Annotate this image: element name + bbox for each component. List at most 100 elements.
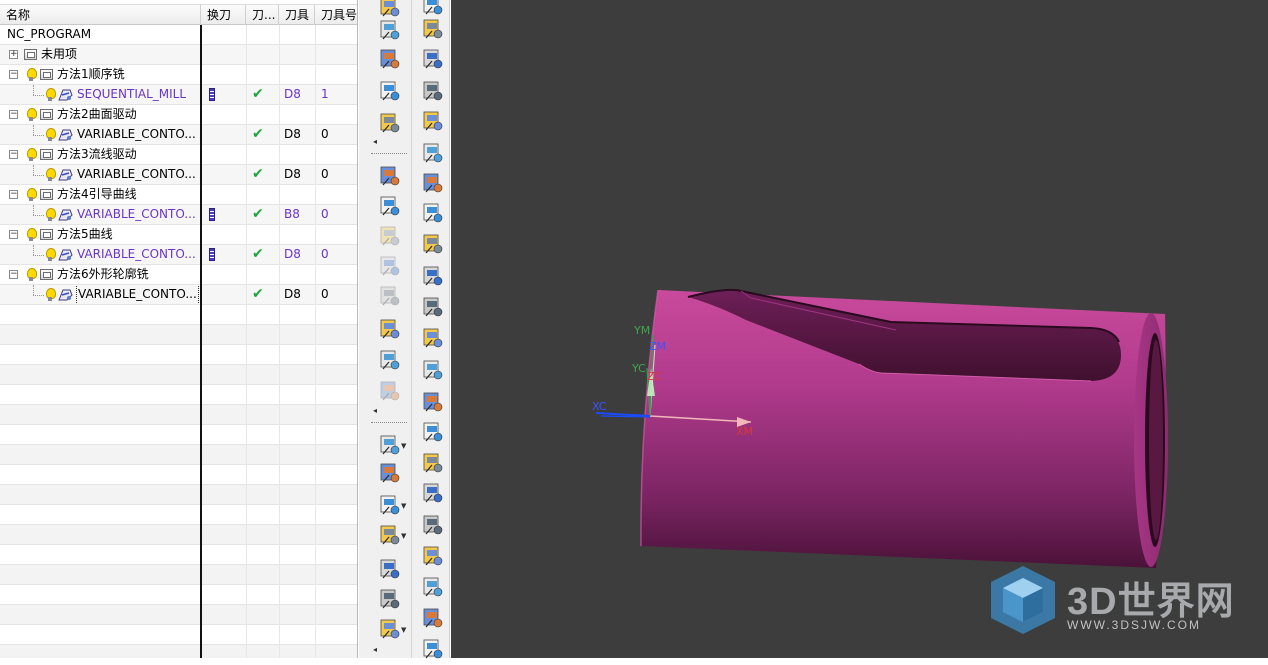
shop-doc-icon[interactable] — [418, 294, 446, 320]
program-row[interactable]: NC_PROGRAM — [0, 25, 357, 45]
verify-toolpath-icon[interactable] — [375, 253, 403, 279]
dropdown-arrow-icon[interactable]: ▼ — [401, 626, 406, 634]
status-bulb-icon — [27, 148, 37, 161]
group-row[interactable]: − 方法1顺序铣 — [0, 65, 357, 85]
graphics-viewport[interactable]: YM ZM YC ZC XC XM 3D世界网 WWW.3DSJW.COM — [451, 0, 1268, 658]
watermark-brand: 3D世界网 — [1067, 581, 1235, 623]
dropdown-arrow-icon[interactable]: ▼ — [401, 502, 406, 510]
operation-row[interactable]: VARIABLE_CONTO... ✔ D8 0 — [0, 165, 357, 185]
column-header-tool-change[interactable]: 换刀 — [201, 5, 246, 25]
machining-method-view-icon[interactable] — [418, 78, 446, 104]
tree-connector — [33, 245, 34, 255]
clipboard-icon[interactable] — [418, 450, 446, 476]
xc-axis-label: XC — [592, 400, 607, 413]
create-method-icon[interactable] — [375, 78, 403, 104]
page-icon[interactable] — [418, 480, 446, 506]
column-header-tool[interactable]: 刀具 — [279, 5, 315, 25]
zm-axis-label: ZM — [649, 340, 666, 353]
machine-icon[interactable] — [418, 543, 446, 569]
surface-icon[interactable] — [418, 512, 446, 538]
machine-tool-view-icon[interactable] — [418, 16, 446, 42]
empty-row — [0, 425, 357, 445]
toolbar-overflow-icon[interactable]: ◂ — [373, 137, 377, 146]
delete-toolpath-icon[interactable] — [375, 316, 403, 342]
display-toolpath-icon[interactable] — [418, 108, 446, 134]
operation-row[interactable]: VARIABLE_CONTO... ✔ D8 0 — [0, 285, 357, 305]
operation-row[interactable]: VARIABLE_CONTO... ✔ D8 0 — [0, 125, 357, 145]
printer-icon[interactable] — [418, 574, 446, 600]
tool-holder-icon[interactable] — [418, 200, 446, 226]
database-icon[interactable] — [418, 636, 446, 662]
tree-connector — [33, 165, 34, 175]
feature-icon[interactable] — [375, 432, 403, 458]
group-row[interactable]: − 方法3流线驱动 — [0, 145, 357, 165]
expand-icon[interactable]: + — [9, 50, 18, 59]
toolbar-overflow-icon[interactable]: ◂ — [373, 406, 377, 415]
tool-number-cell: 0 — [321, 207, 329, 221]
checkmark-icon: ✔ — [252, 206, 264, 222]
cylinder-icon[interactable] — [375, 556, 403, 582]
generate-toolpath-icon[interactable] — [375, 163, 403, 189]
tool-axis-icon[interactable] — [418, 140, 446, 166]
status-bulb-icon — [46, 208, 56, 221]
column-header-tool-number[interactable]: 刀具号 — [315, 5, 357, 25]
tool-change-cell — [201, 165, 246, 184]
model-scene[interactable]: YM ZM YC ZC XC XM — [451, 0, 1268, 658]
checkmark-icon: ✔ — [252, 126, 264, 142]
tool-number-cell: 0 — [321, 167, 329, 181]
tree-connector — [33, 95, 44, 96]
operation-row[interactable]: VARIABLE_CONTO... ✔ D8 0 — [0, 245, 357, 265]
group-row[interactable]: − 方法4引导曲线 — [0, 185, 357, 205]
chain-link-icon[interactable] — [375, 460, 403, 486]
dropdown-arrow-icon[interactable]: ▼ — [401, 442, 406, 450]
drill-icon[interactable] — [418, 263, 446, 289]
group-row[interactable]: − 方法5曲线 — [0, 225, 357, 245]
replay-toolpath-icon[interactable] — [375, 193, 403, 219]
tool-cell: D8 — [284, 287, 301, 301]
collapse-icon[interactable]: − — [9, 230, 18, 239]
refresh-icon[interactable] — [418, 605, 446, 631]
create-tool-icon[interactable] — [375, 17, 403, 43]
status-bulb-icon — [46, 288, 56, 301]
operation-row[interactable]: VARIABLE_CONTO... ✔ B8 0 — [0, 205, 357, 225]
status-bulb-icon — [46, 168, 56, 181]
collapse-icon[interactable]: − — [9, 150, 18, 159]
collapse-icon[interactable]: − — [9, 190, 18, 199]
collapse-icon[interactable]: − — [9, 270, 18, 279]
pencil-icon[interactable] — [418, 419, 446, 445]
cylinder-part[interactable] — [640, 288, 1168, 568]
postprocess-icon[interactable] — [375, 378, 403, 404]
text-icon[interactable] — [418, 389, 446, 415]
table-icon[interactable] — [418, 325, 446, 351]
list-toolpath-icon[interactable] — [375, 223, 403, 249]
group-row[interactable]: + 未用项 — [0, 45, 357, 65]
tree-connector — [33, 125, 34, 135]
tool-cell: D8 — [284, 167, 301, 181]
datum-plane-icon[interactable] — [375, 522, 403, 548]
column-header-path[interactable]: 刀... — [246, 5, 279, 25]
create-geometry-icon[interactable] — [375, 46, 403, 72]
box-icon[interactable] — [375, 586, 403, 612]
info-icon[interactable] — [375, 347, 403, 373]
crosshair-icon[interactable] — [375, 492, 403, 518]
group-row[interactable]: − 方法6外形轮廓铣 — [0, 265, 357, 285]
tool-cell: D8 — [284, 247, 301, 261]
simulate-machine-icon[interactable] — [375, 283, 403, 309]
name-cell: VARIABLE_CONTO... — [0, 285, 201, 304]
toolbar-overflow-icon[interactable]: ◂ — [373, 645, 377, 654]
geometry-view-icon[interactable] — [418, 46, 446, 72]
column-header-name[interactable]: 名称 — [0, 5, 201, 25]
collapse-icon[interactable]: − — [9, 110, 18, 119]
create-operation-icon[interactable] — [375, 110, 403, 136]
operation-row[interactable]: SEQUENTIAL_MILL ✔ D8 1 — [0, 85, 357, 105]
move-icon[interactable] — [418, 170, 446, 196]
group-row[interactable]: − 方法2曲面驱动 — [0, 105, 357, 125]
operation-icon — [57, 87, 74, 102]
zc-axis-label: ZC — [647, 370, 663, 383]
dropdown-arrow-icon[interactable]: ▼ — [401, 532, 406, 540]
empty-row — [0, 605, 357, 625]
wrench-icon[interactable] — [418, 357, 446, 383]
warning-icon[interactable] — [418, 231, 446, 257]
collapse-icon[interactable]: − — [9, 70, 18, 79]
block-icon[interactable] — [375, 616, 403, 642]
